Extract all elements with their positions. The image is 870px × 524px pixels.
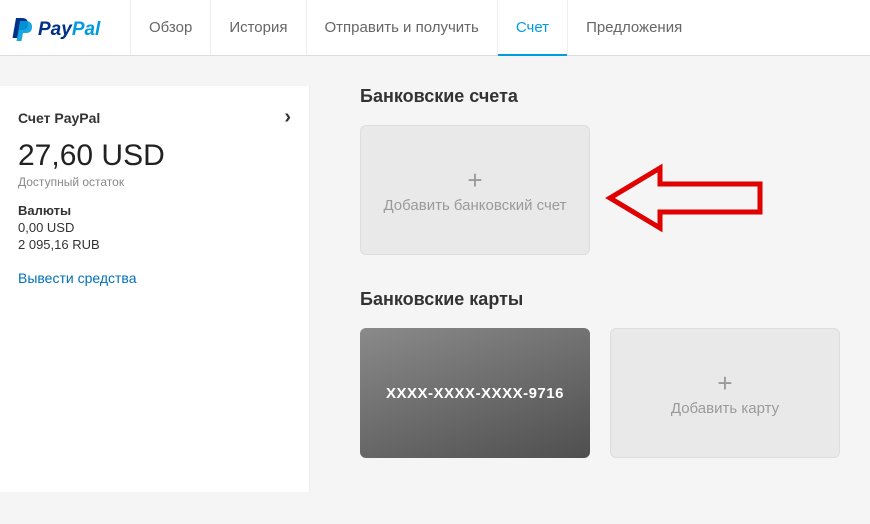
currency-rub: 2 095,16 RUB — [18, 237, 291, 252]
card-number: XXXX-XXXX-XXXX-9716 — [386, 385, 564, 402]
currency-usd: 0,00 USD — [18, 220, 291, 235]
balance-sidebar: Счет PayPal › 27,60 USD Доступный остато… — [0, 86, 310, 492]
bank-cards-title: Банковские карты — [360, 289, 840, 310]
paypal-account-row[interactable]: Счет PayPal › — [18, 106, 291, 129]
bank-accounts-title: Банковские счета — [360, 86, 840, 107]
nav-send-receive[interactable]: Отправить и получить — [306, 0, 497, 55]
bank-cards-tiles: XXXX-XXXX-XXXX-9716 + Добавить карту — [360, 328, 840, 458]
main-nav: Обзор История Отправить и получить Счет … — [130, 0, 700, 55]
currencies-label: Валюты — [18, 203, 291, 218]
add-card-label: Добавить карту — [651, 400, 799, 417]
nav-offers[interactable]: Предложения — [567, 0, 700, 55]
svg-text:PayPal: PayPal — [38, 19, 101, 40]
linked-card-tile[interactable]: XXXX-XXXX-XXXX-9716 — [360, 328, 590, 458]
withdraw-link[interactable]: Вывести средства — [18, 270, 291, 286]
add-bank-account-label: Добавить банковский счет — [363, 197, 586, 214]
plus-icon: + — [467, 167, 482, 193]
chevron-right-icon: › — [284, 106, 291, 129]
available-balance-label: Доступный остаток — [18, 175, 291, 189]
account-title: Счет PayPal — [18, 110, 100, 126]
nav-overview[interactable]: Обзор — [130, 0, 210, 55]
plus-icon: + — [717, 370, 732, 396]
content: Счет PayPal › 27,60 USD Доступный остато… — [0, 56, 870, 492]
header: PayPal Обзор История Отправить и получит… — [0, 0, 870, 56]
balance-amount: 27,60 USD — [18, 139, 291, 173]
paypal-logo[interactable]: PayPal — [12, 14, 130, 42]
add-card-tile[interactable]: + Добавить карту — [610, 328, 840, 458]
nav-history[interactable]: История — [210, 0, 305, 55]
add-bank-account-tile[interactable]: + Добавить банковский счет — [360, 125, 590, 255]
bank-accounts-tiles: + Добавить банковский счет — [360, 125, 840, 255]
nav-wallet[interactable]: Счет — [497, 0, 567, 55]
main-panel: Банковские счета + Добавить банковский с… — [310, 86, 870, 492]
